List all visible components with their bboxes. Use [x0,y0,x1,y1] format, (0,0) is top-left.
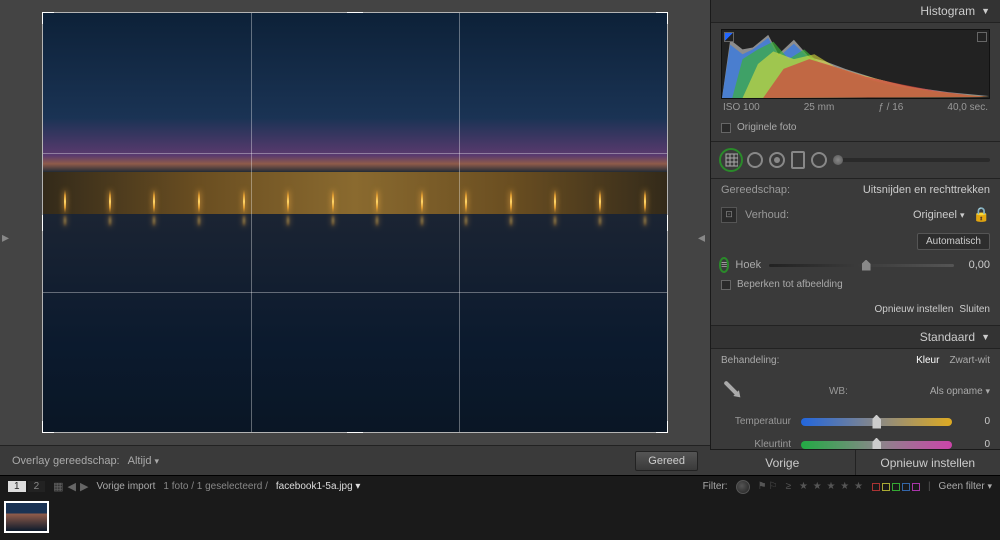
aspect-icon[interactable]: ⊡ [721,207,737,223]
right-panel-toggle[interactable]: ◂ [698,226,708,250]
grid-view-icon[interactable]: ▦ [53,480,63,493]
histogram-shutter: 40,0 sec. [947,102,988,113]
crop-handle-bm[interactable] [347,427,363,433]
crop-handle-ml[interactable] [42,215,48,231]
tool-strip [711,142,1000,179]
page-1-button[interactable]: 1 [8,481,26,492]
treatment-bw-button[interactable]: Zwart-wit [949,355,990,366]
auto-straighten-button[interactable]: Automatisch [917,233,990,250]
basic-title: Standaard [920,330,975,344]
crop-handle-bl[interactable] [42,421,54,433]
collapse-icon: ▼ [981,332,990,342]
angle-label: Hoek [735,259,761,271]
angle-slider[interactable] [769,264,954,267]
tint-slider[interactable] [801,441,952,449]
tool-label: Gereedschap: [721,184,790,196]
histogram-graph[interactable] [721,29,990,99]
filename-label: facebook1-5a.jpg ▾ [276,481,361,492]
histogram-panel: ISO 100 25 mm ƒ / 16 40,0 sec. [711,23,1000,118]
count-label: 1 foto / 1 geselecteerd / [163,481,268,492]
image-canvas[interactable] [0,0,710,445]
page-2-button[interactable]: 2 [28,481,46,492]
radial-filter-tool-icon[interactable] [811,152,827,168]
histogram-focal: 25 mm [804,102,835,113]
nav-forward-icon[interactable]: ▶ [80,480,88,493]
crop-handle-br[interactable] [656,421,668,433]
constrain-label: Beperken tot afbeelding [737,279,843,290]
temperature-slider[interactable] [801,418,952,426]
viewer-toolbar: Overlay gereedschap: Altijd ▾ Gereed [0,445,710,475]
filter-label: Filter: [703,481,728,492]
crop-handle-tl[interactable] [42,12,54,24]
right-panel: Histogram ▼ ISO 100 25 mm ƒ / 16 40,0 sec… [710,0,1000,475]
aspect-label: Verhoud: [745,209,789,221]
eyedropper-icon[interactable] [716,373,753,410]
graduated-filter-tool-icon[interactable] [791,151,805,169]
histogram-header[interactable]: Histogram ▼ [711,0,1000,23]
lock-icon[interactable]: 🔒 [973,206,990,223]
source-label[interactable]: Vorige import [96,481,155,492]
treatment-color-button[interactable]: Kleur [916,355,939,366]
temperature-label: Temperatuur [721,416,791,427]
wb-dropdown[interactable]: Als opname ▾ [930,386,990,397]
constrain-checkbox[interactable] [721,280,731,290]
wb-label: WB: [757,386,920,397]
flag-pick-icon[interactable]: ⚑ [758,481,767,492]
treatment-label: Behandeling: [721,355,779,366]
original-photo-checkbox[interactable] [721,123,731,133]
highlight-clipping-icon[interactable] [977,32,987,42]
histogram-title: Histogram [920,4,975,18]
histogram-aperture: ƒ / 16 [878,102,903,113]
filmstrip-header: 1 2 ▦ ◀ ▶ Vorige import 1 foto / 1 gesel… [0,475,1000,497]
angle-tool-icon[interactable]: ≡ [721,259,727,271]
crop-handle-mr[interactable] [662,215,668,231]
flag-reject-icon[interactable]: ⚐ [769,481,778,492]
angle-value[interactable]: 0,00 [962,259,990,271]
original-photo-label: Originele foto [737,122,796,133]
color-label-filter[interactable] [872,483,920,491]
brush-size-slider[interactable] [833,158,990,162]
histogram-iso: ISO 100 [723,102,760,113]
temperature-value[interactable]: 0 [962,416,990,427]
crop-handle-tr[interactable] [656,12,668,24]
shadow-clipping-icon[interactable] [724,32,734,42]
previous-button[interactable]: Vorige [710,450,856,475]
reset-all-button[interactable]: Opnieuw instellen [856,450,1000,475]
done-button[interactable]: Gereed [635,451,698,471]
spot-removal-tool-icon[interactable] [747,152,763,168]
photo-preview [43,13,667,432]
nav-back-icon[interactable]: ◀ [68,480,76,493]
aspect-dropdown[interactable]: Origineel ▾ [913,209,965,221]
crop-handle-tm[interactable] [347,12,363,18]
collapse-icon: ▼ [981,6,990,16]
crop-close-button[interactable]: Sluiten [959,304,990,315]
crop-frame[interactable] [42,12,668,433]
overlay-tool-dropdown[interactable]: Altijd ▾ [128,455,159,467]
rating-filter[interactable]: ★ ★ ★ ★ ★ [799,481,864,492]
overlay-tool-label: Overlay gereedschap: [12,455,120,467]
redeye-tool-icon[interactable] [769,152,785,168]
tool-value: Uitsnijden en rechttrekken [863,184,990,196]
crop-reset-button[interactable]: Opnieuw instellen [874,304,953,315]
nofilter-dropdown[interactable]: Geen filter ▾ [939,481,992,492]
basic-header[interactable]: Standaard ▼ [711,326,1000,349]
crop-tool-icon[interactable] [721,150,741,170]
filter-toggle-icon[interactable] [736,480,750,494]
thumbnail-1[interactable] [4,501,49,533]
filmstrip[interactable] [0,497,1000,540]
